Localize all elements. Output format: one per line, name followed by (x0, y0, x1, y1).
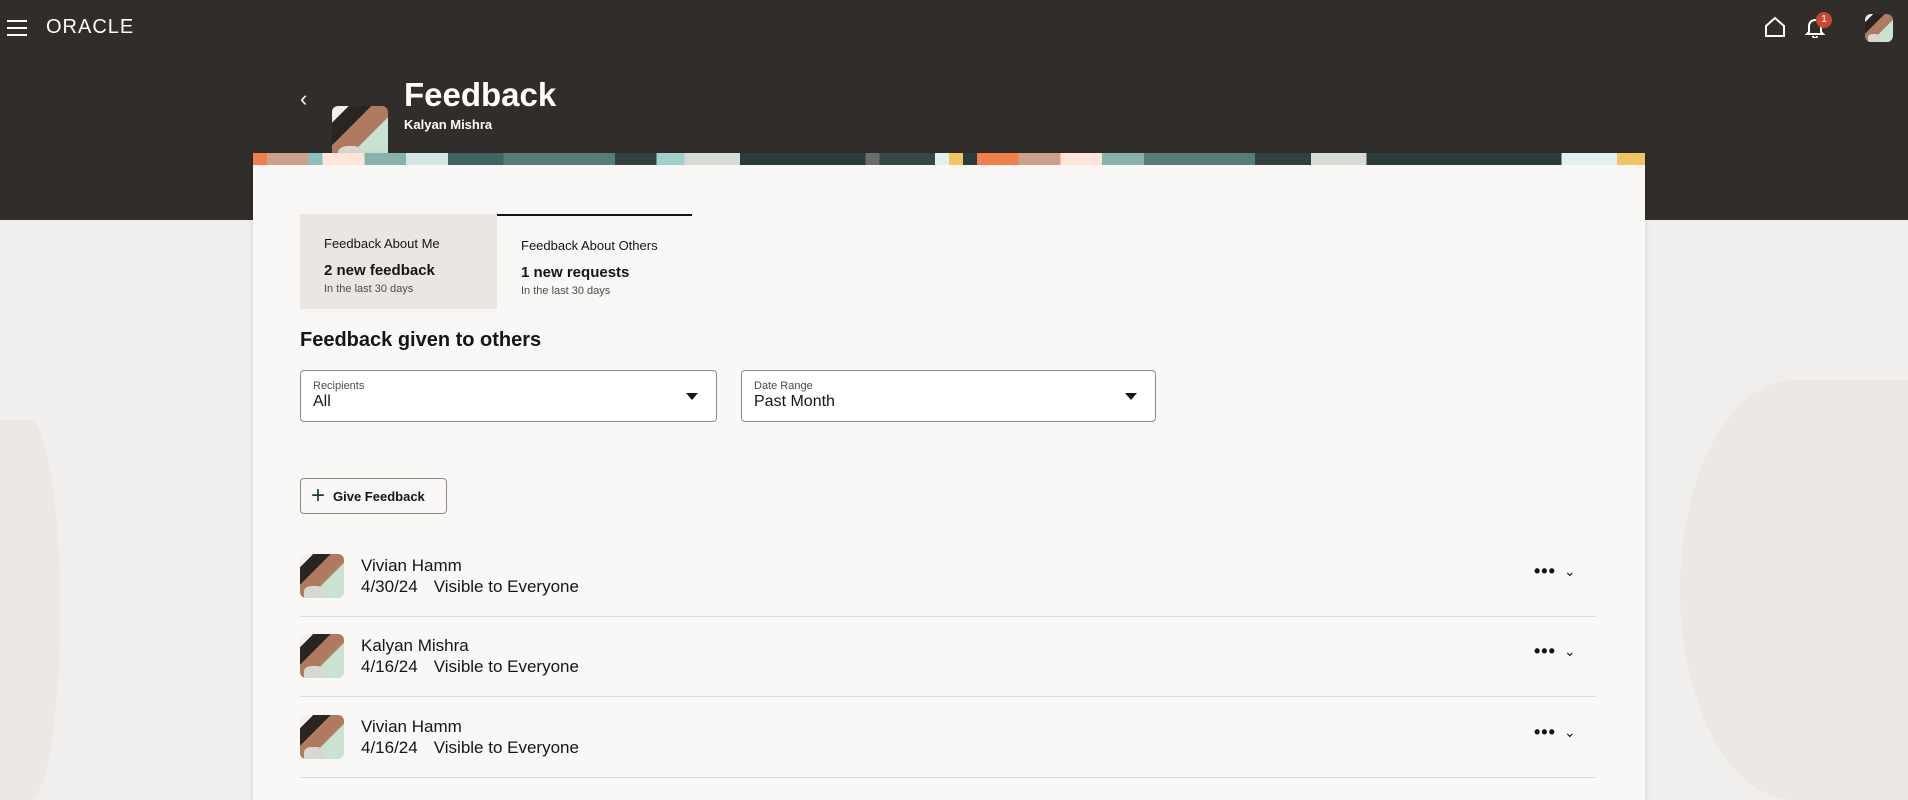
decorative-banner (253, 153, 1645, 165)
avatar (300, 554, 344, 598)
user-avatar[interactable] (1865, 14, 1893, 42)
page-title: Feedback (404, 76, 557, 113)
notification-badge: 1 (1816, 12, 1832, 28)
give-feedback-button[interactable]: + Give Feedback (300, 478, 447, 514)
recipient-name: Kalyan Mishra (361, 636, 469, 655)
tab-headline: 1 new requests (521, 264, 630, 281)
content-card: Feedback About Me 2 new feedback In the … (253, 153, 1645, 800)
plus-icon: + (311, 482, 326, 509)
visibility: Visible to Everyone (433, 577, 579, 596)
select-value: All (313, 393, 331, 410)
background-shape (0, 420, 60, 800)
oracle-logo[interactable]: ORACLE (46, 16, 134, 39)
chevron-down-icon[interactable]: ⌄ (1564, 643, 1576, 660)
background-shape (1680, 380, 1908, 800)
feedback-date: 4/16/24 (361, 657, 418, 676)
feedback-row[interactable]: Vivian Hamm 4/16/24 Visible to Everyone •… (300, 698, 1596, 778)
select-label: Recipients (313, 380, 365, 392)
visibility: Visible to Everyone (433, 738, 579, 757)
more-actions-icon[interactable]: ••• (1534, 641, 1556, 662)
avatar (300, 634, 344, 678)
page-subtitle: Kalyan Mishra (404, 117, 493, 132)
home-icon[interactable] (1764, 16, 1786, 38)
tab-feedback-about-others[interactable]: Feedback About Others 1 new requests In … (497, 214, 692, 309)
feedback-row[interactable]: Vivian Hamm 4/30/24 Visible to Everyone •… (300, 537, 1596, 617)
chevron-down-icon[interactable]: ⌄ (1564, 563, 1576, 580)
tab-label: Feedback About Others (521, 238, 658, 253)
select-label: Date Range (754, 380, 813, 392)
section-title: Feedback given to others (300, 329, 542, 351)
avatar (300, 715, 344, 759)
tab-subtext: In the last 30 days (324, 283, 414, 295)
date-range-select[interactable]: Date Range Past Month (741, 370, 1156, 422)
feedback-date: 4/16/24 (361, 738, 418, 757)
back-button[interactable]: ‹ (300, 86, 307, 112)
tab-subtext: In the last 30 days (521, 285, 611, 297)
caret-down-icon (686, 393, 698, 400)
feedback-row[interactable]: Kalyan Mishra 4/16/24 Visible to Everyone… (300, 617, 1596, 697)
more-actions-icon[interactable]: ••• (1534, 561, 1556, 582)
chevron-down-icon[interactable]: ⌄ (1564, 724, 1576, 741)
more-actions-icon[interactable]: ••• (1534, 722, 1556, 743)
recipients-select[interactable]: Recipients All (300, 370, 717, 422)
select-value: Past Month (754, 393, 835, 410)
tab-label: Feedback About Me (324, 236, 440, 251)
visibility: Visible to Everyone (433, 657, 579, 676)
tab-bar: Feedback About Me 2 new feedback In the … (300, 214, 692, 309)
recipient-name: Vivian Hamm (361, 556, 462, 575)
tab-feedback-about-me[interactable]: Feedback About Me 2 new feedback In the … (300, 214, 497, 309)
button-label: Give Feedback (333, 488, 425, 504)
hamburger-menu-icon[interactable] (7, 20, 27, 36)
feedback-date: 4/30/24 (361, 577, 418, 596)
caret-down-icon (1125, 393, 1137, 400)
recipient-name: Vivian Hamm (361, 717, 462, 736)
tab-headline: 2 new feedback (324, 262, 435, 279)
